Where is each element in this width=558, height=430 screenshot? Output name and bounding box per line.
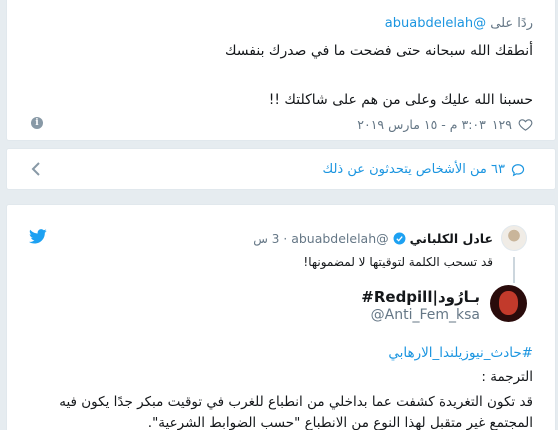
- tweet-text-line2: حسبنا الله عليك وعلى من هم على شاكلتك !!: [268, 92, 533, 108]
- speech-bubble-icon: [511, 163, 525, 176]
- quoted-author-name[interactable]: عادل الكلباني: [410, 231, 493, 246]
- embedded-tweet-card: عادل الكلباني @abuabdelelah · 3 س قد تسح…: [6, 204, 556, 430]
- reply-context: ردًا على @abuabdelelah: [385, 16, 533, 31]
- more-people-row[interactable]: ٦٣ من الأشخاص يتحدثون عن ذلك: [323, 162, 525, 177]
- quoted-time-ago[interactable]: 3 س: [253, 232, 279, 246]
- tweet-body-line2: المجتمع غير متقبل لهذا النوع من الانطباع…: [147, 415, 533, 430]
- more-people-label[interactable]: ٦٣ من الأشخاص يتحدثون عن ذلك: [323, 162, 505, 177]
- quoted-author-handle[interactable]: @abuabdelelah: [291, 231, 388, 246]
- author-name[interactable]: بـارُود|Redpill#: [361, 288, 480, 306]
- separator-dot: ·: [283, 231, 288, 246]
- verified-badge-icon: [393, 232, 406, 245]
- thread-connector: [513, 257, 515, 283]
- quoted-author-row: عادل الكلباني @abuabdelelah · 3 س: [253, 231, 493, 246]
- tweet-meta: ١٢٩ ٣:٠٣ م - ١٥ مارس ٢٠١٩: [357, 117, 533, 132]
- author-handle[interactable]: @Anti_Fem_ksa: [371, 307, 480, 323]
- info-icon[interactable]: i: [31, 117, 43, 129]
- twitter-bird-icon[interactable]: [29, 229, 47, 244]
- author-avatar[interactable]: [490, 285, 527, 322]
- quoted-tweet-text: قد تسحب الكلمة لتوقيتها لا لمضمونها!: [303, 255, 493, 269]
- tweet-body-line1: قد تكون التغريدة كشفت عما بداخلي من انطب…: [59, 394, 533, 410]
- hashtag-link[interactable]: #حادث_نيوزيلندا_الارهابي: [388, 345, 533, 361]
- avatar-face: [499, 291, 518, 315]
- chevron-left-icon[interactable]: [31, 162, 41, 178]
- reply-to-handle[interactable]: @abuabdelelah: [385, 16, 486, 31]
- quoted-author-avatar[interactable]: [501, 225, 527, 251]
- tweet-text-line1: أنطقك الله سبحانه حتى فضحت ما في صدرك بن…: [224, 43, 533, 59]
- reply-tweet-card: ردًا على @abuabdelelah أنطقك الله سبحانه…: [6, 0, 556, 141]
- heart-outline-icon[interactable]: [518, 117, 533, 132]
- more-people-link[interactable]: ٦٣ من الأشخاص يتحدثون عن ذلك: [6, 148, 556, 190]
- tweet-timestamp[interactable]: ٣:٠٣ م - ١٥ مارس ٢٠١٩: [357, 117, 486, 132]
- translation-label: الترجمة :: [481, 369, 533, 385]
- reply-prefix: ردًا على: [490, 16, 533, 31]
- like-count[interactable]: ١٢٩: [492, 117, 512, 132]
